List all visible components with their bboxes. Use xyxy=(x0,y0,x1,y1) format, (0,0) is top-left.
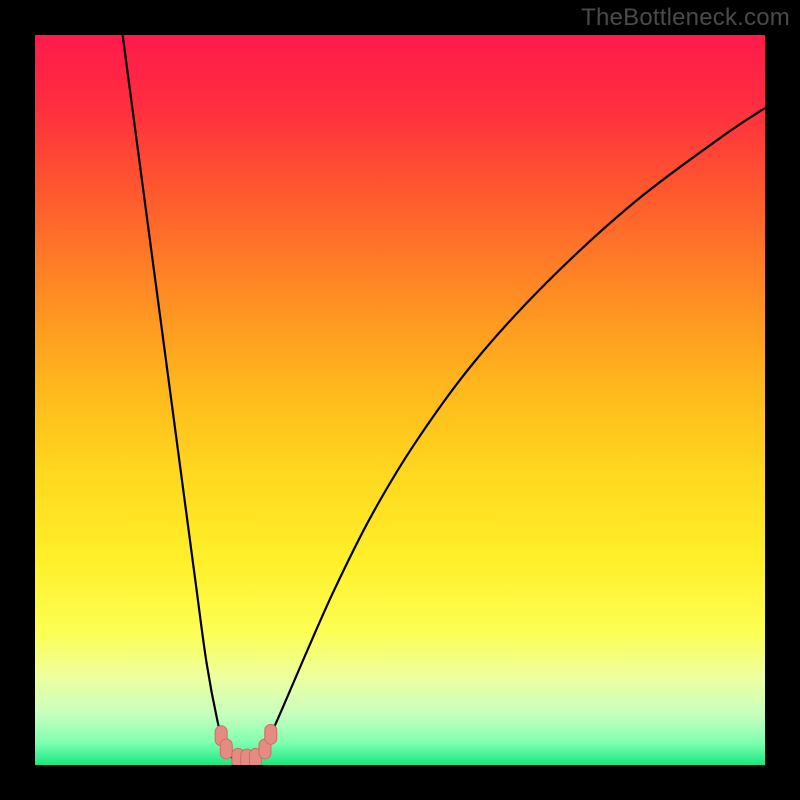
plot-area xyxy=(35,35,765,765)
trough-marker xyxy=(220,739,232,759)
trough-marker xyxy=(265,724,277,744)
watermark-text: TheBottleneck.com xyxy=(581,4,790,32)
chart-svg xyxy=(35,35,765,765)
gradient-background xyxy=(35,35,765,765)
outer-frame: TheBottleneck.com xyxy=(0,0,800,800)
